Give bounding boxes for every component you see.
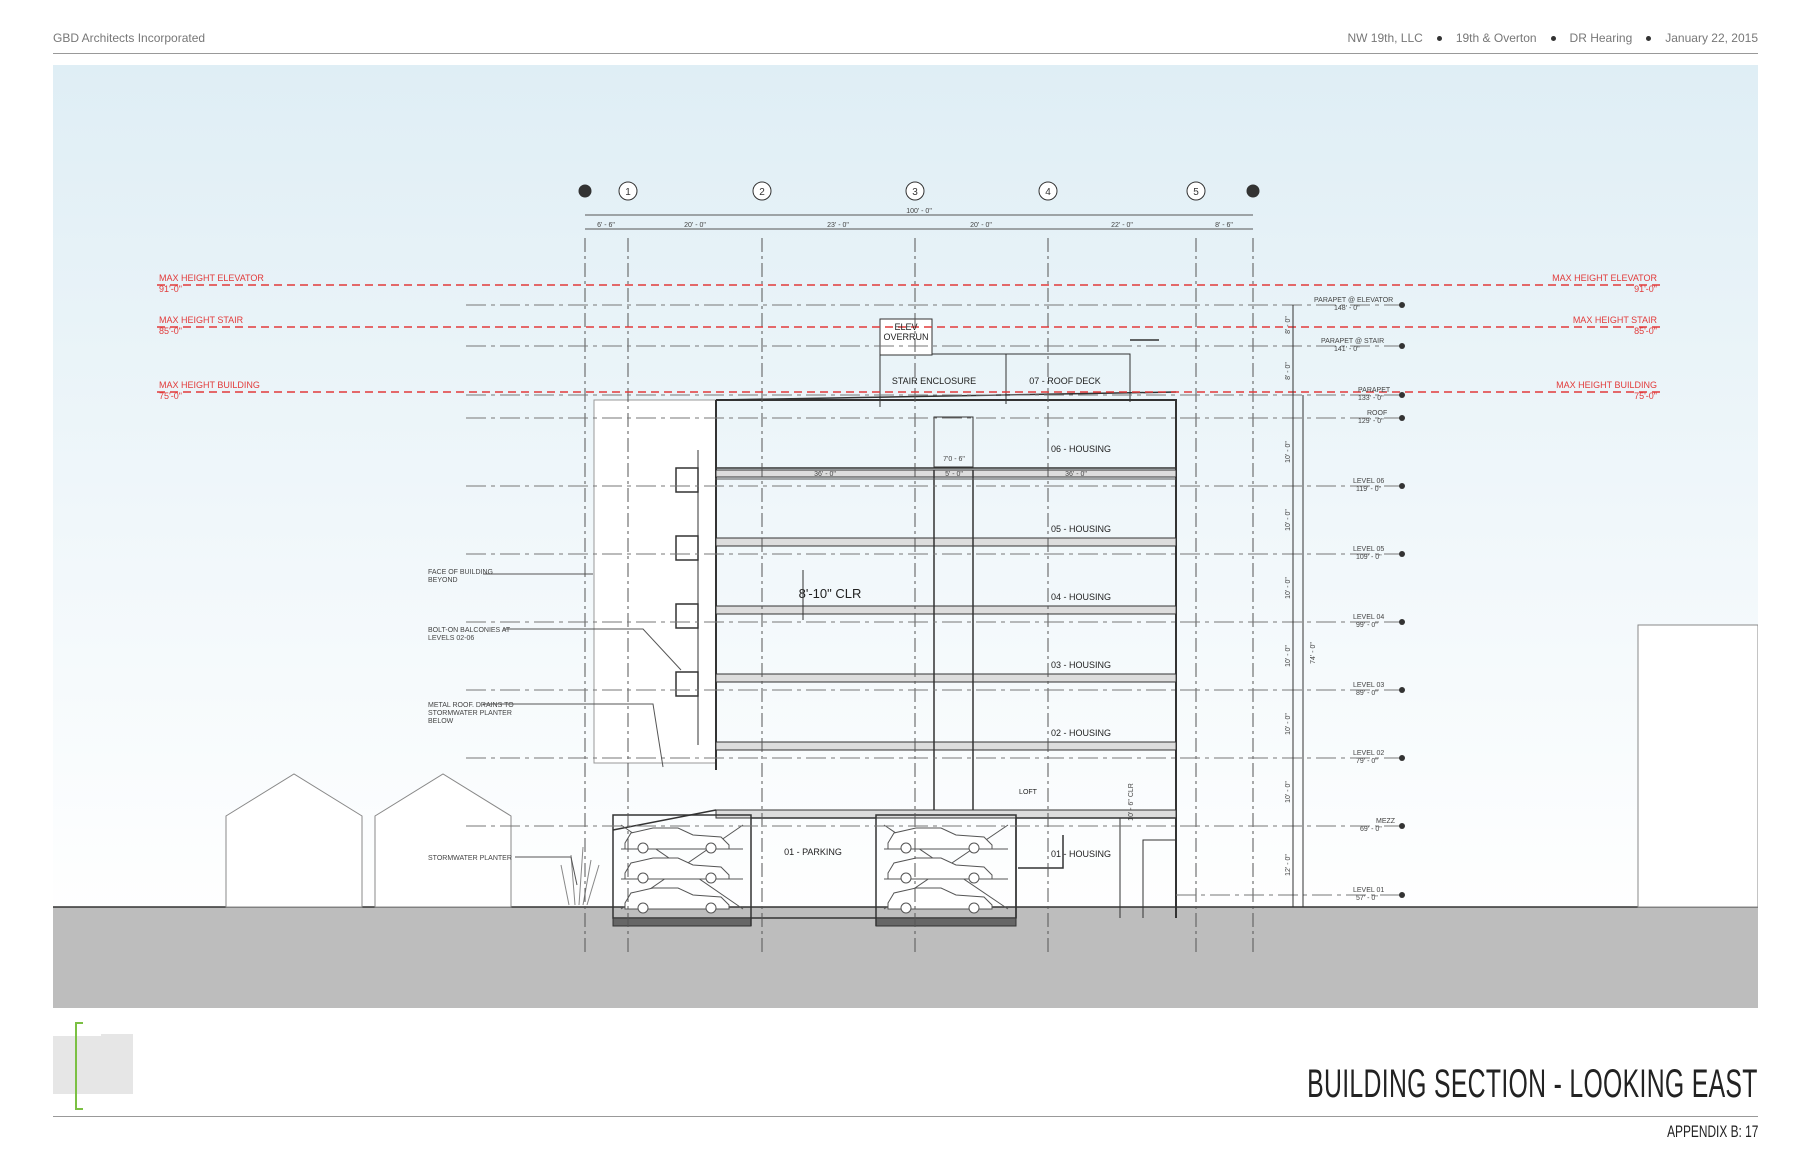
- max-height-stair-value: 85'-0": [159, 326, 182, 336]
- level-name: ROOF: [1367, 410, 1387, 417]
- firm-name: GBD Architects Incorporated: [53, 31, 206, 45]
- level-elev: 129' - 0": [1358, 418, 1384, 425]
- grid-label: 3: [912, 187, 918, 198]
- max-height-building-label: MAX HEIGHT BUILDING: [159, 380, 260, 390]
- grid-label: 5: [1193, 187, 1199, 198]
- grid-dimension: 22' - 0": [1111, 222, 1133, 229]
- room-label: 07 - ROOF DECK: [1029, 376, 1101, 386]
- bullet-icon: [1436, 35, 1442, 41]
- vert-dim: 12' - 0": [1285, 854, 1292, 876]
- grid-dimension: 8' - 6": [1215, 222, 1233, 229]
- room-label: 03 - HOUSING: [1051, 660, 1111, 670]
- max-height-building-value-right: 75'-0": [1634, 391, 1657, 401]
- level-name: LEVEL 04: [1353, 614, 1384, 621]
- level-name: LEVEL 05: [1353, 546, 1384, 553]
- vert-dim: 8' - 0": [1285, 362, 1292, 380]
- note-text: BOLT-ON BALCONIES AT: [428, 627, 511, 634]
- max-height-elevator-value-right: 91'-0": [1634, 284, 1657, 294]
- level-elev: 148' - 0": [1334, 305, 1360, 312]
- level-name: LEVEL 06: [1353, 478, 1384, 485]
- grid-dimension: 23' - 0": [827, 222, 849, 229]
- sheet-title: BUILDING SECTION - LOOKING EAST: [1307, 1062, 1758, 1106]
- inner-dim: 7'0 - 6": [943, 456, 965, 463]
- inner-dim: 36' - 0": [814, 471, 836, 478]
- clearance-label: 8'-10" CLR: [799, 586, 862, 601]
- note-text: BEYOND: [428, 577, 458, 584]
- max-height-elevator-value: 91'-0": [159, 284, 182, 294]
- client-name: NW 19th, LLC: [1347, 31, 1423, 45]
- level-elev: 119' - 0": [1356, 486, 1382, 493]
- sheet-number: APPENDIX B: 17: [1666, 1122, 1758, 1141]
- level-elev: 99' - 0": [1356, 622, 1378, 629]
- max-height-elevator-label-right: MAX HEIGHT ELEVATOR: [1552, 273, 1657, 283]
- vert-dim: 10' - 0": [1285, 645, 1292, 667]
- grid-label: 1: [625, 187, 631, 198]
- room-label: OVERRUN: [883, 332, 928, 342]
- level-name: LEVEL 03: [1353, 682, 1384, 689]
- meeting-name: DR Hearing: [1569, 31, 1633, 45]
- room-label: LOFT: [1019, 789, 1038, 796]
- level-elev: 79' - 0": [1356, 758, 1378, 765]
- room-label: 01 - HOUSING: [1051, 849, 1111, 859]
- level-elev: 141' - 0": [1334, 346, 1360, 353]
- level-elev: 57' - 0": [1356, 895, 1378, 902]
- key-plan-marker: [75, 1022, 77, 1110]
- grid-dimension: 20' - 0": [684, 222, 706, 229]
- room-label: 06 - HOUSING: [1051, 444, 1111, 454]
- note-text: LEVELS 02-06: [428, 635, 474, 642]
- vert-dim: 10' - 0": [1285, 713, 1292, 735]
- level-name: PARAPET @ ELEVATOR: [1314, 297, 1393, 304]
- max-height-stair-value-right: 85'-0": [1634, 326, 1657, 336]
- grid-label: 4: [1045, 187, 1051, 198]
- room-label: 04 - HOUSING: [1051, 592, 1111, 602]
- vert-dim: 10' - 0": [1285, 781, 1292, 803]
- key-plan: [53, 1022, 133, 1110]
- room-label: 05 - HOUSING: [1051, 524, 1111, 534]
- note-text: BELOW: [428, 718, 454, 725]
- max-height-stair-label: MAX HEIGHT STAIR: [159, 315, 244, 325]
- note-text: STORMWATER PLANTER: [428, 855, 512, 862]
- project-info: NW 19th, LLC 19th & Overton DR Hearing J…: [1347, 31, 1758, 45]
- level-elev: 133' - 0": [1358, 395, 1384, 402]
- note-text: STORMWATER PLANTER: [428, 710, 512, 717]
- header-rule: [53, 53, 1758, 54]
- level-elev: 89' - 0": [1356, 690, 1378, 697]
- inner-dim: 5' - 0": [945, 471, 963, 478]
- header-date: January 22, 2015: [1665, 31, 1758, 45]
- grid-label: 2: [759, 187, 765, 198]
- note-text: FACE OF BUILDING: [428, 569, 493, 576]
- vert-dim: 8' - 0": [1285, 316, 1292, 334]
- vert-dim: 10' - 0": [1285, 441, 1292, 463]
- level-name: PARAPET @ STAIR: [1321, 338, 1384, 345]
- footer-rule: [53, 1116, 1758, 1117]
- max-height-elevator-label: MAX HEIGHT ELEVATOR: [159, 273, 264, 283]
- vert-dim: 10' - 0": [1285, 577, 1292, 599]
- level-name: LEVEL 01: [1353, 887, 1384, 894]
- grid-dimension: 6' - 6": [597, 222, 615, 229]
- inner-dim: 36' - 0": [1065, 471, 1087, 478]
- room-label: STAIR ENCLOSURE: [892, 376, 976, 386]
- max-height-building-label-right: MAX HEIGHT BUILDING: [1556, 380, 1657, 390]
- vert-dim: 10' - 0": [1285, 509, 1292, 531]
- overall-height: 74' - 0": [1310, 642, 1317, 664]
- room-label: 02 - HOUSING: [1051, 728, 1111, 738]
- level-elev: 109' - 0": [1356, 554, 1382, 561]
- level-name: PARAPET: [1358, 387, 1391, 394]
- grid-dimension: 20' - 0": [970, 222, 992, 229]
- max-height-stair-label-right: MAX HEIGHT STAIR: [1573, 315, 1658, 325]
- level-name: LEVEL 02: [1353, 750, 1384, 757]
- overall-dimension: 100' - 0": [906, 208, 932, 215]
- building-section-drawing: 1 2 3 4 5 100' - 0" 6' - 6" 20' - 0" 23'…: [53, 65, 1758, 1008]
- max-height-building-value: 75'-0": [159, 391, 182, 401]
- room-label: ELEV: [894, 322, 917, 332]
- bullet-icon: [1550, 35, 1556, 41]
- level-name: MEZZ: [1376, 818, 1396, 825]
- level-elev: 69' - 0": [1360, 826, 1382, 833]
- bullet-icon: [1646, 35, 1652, 41]
- project-name: 19th & Overton: [1455, 31, 1537, 45]
- room-label: 01 - PARKING: [784, 847, 842, 857]
- note-text: METAL ROOF. DRAINS TO: [428, 702, 514, 709]
- mezz-clearance: 10' - 6" CLR: [1128, 783, 1135, 821]
